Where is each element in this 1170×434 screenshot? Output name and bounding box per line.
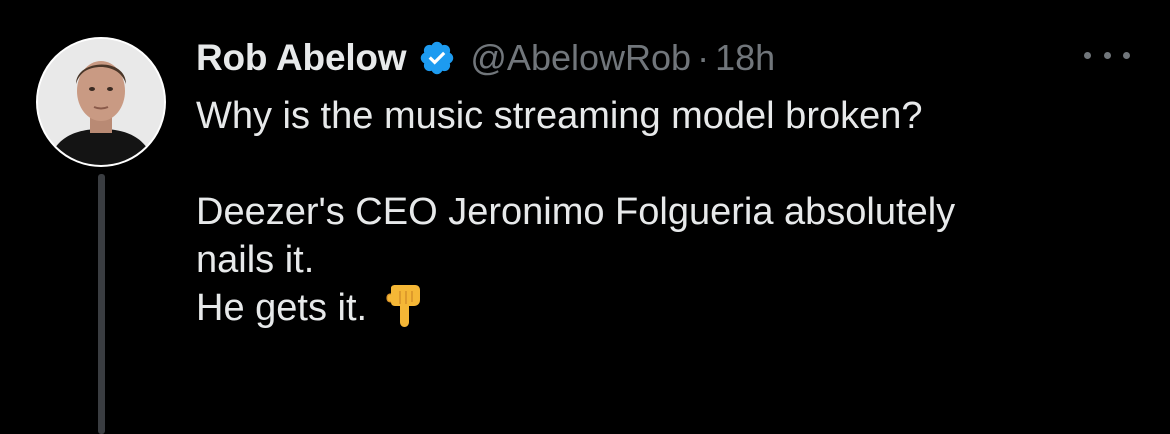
thread-line	[98, 174, 105, 434]
tweet-text: Why is the music streaming model broken?…	[196, 92, 1136, 332]
separator-dot: ·	[697, 37, 710, 78]
tweet-line: Why is the music streaming model broken?	[196, 95, 923, 137]
pointing-down-emoji-icon	[385, 284, 425, 328]
tweet-line: He gets it.	[196, 287, 368, 329]
more-dot	[1123, 51, 1130, 59]
tweet[interactable]: Rob Abelow @AbelowRob · 18h Why is the m…	[0, 0, 1170, 434]
more-dot	[1084, 51, 1091, 59]
tweet-timestamp[interactable]: 18h	[715, 37, 775, 79]
avatar-column	[36, 37, 166, 167]
tweet-line-with-emoji: He gets it.	[196, 284, 1136, 332]
more-horizontal-icon[interactable]	[1084, 40, 1130, 70]
more-dot	[1103, 51, 1111, 59]
tweet-line: Deezer's CEO Jeronimo Folgueria absolute…	[196, 191, 956, 233]
avatar[interactable]	[36, 37, 166, 167]
author-handle[interactable]: @AbelowRob	[470, 37, 691, 79]
tweet-line: nails it.	[196, 239, 315, 281]
tweet-header: Rob Abelow @AbelowRob · 18h	[196, 33, 775, 83]
author-name[interactable]: Rob Abelow	[196, 37, 407, 79]
verified-badge-icon	[418, 39, 456, 77]
